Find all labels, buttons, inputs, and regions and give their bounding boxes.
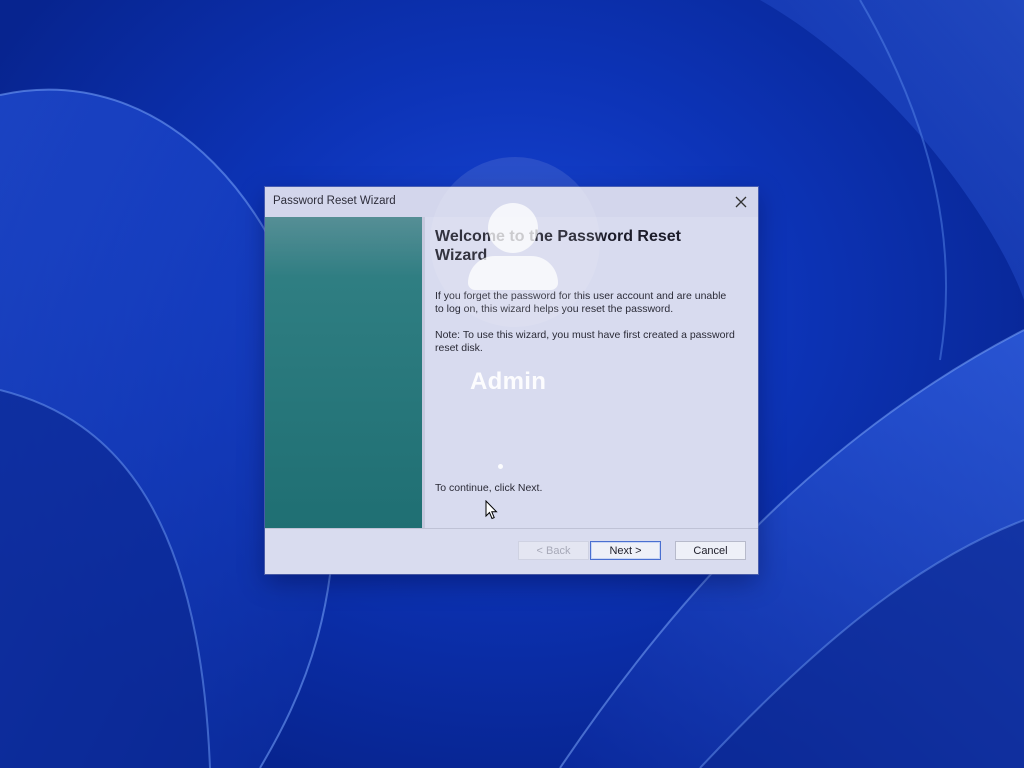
close-icon bbox=[735, 196, 747, 208]
wizard-note: Note: To use this wizard, you must have … bbox=[435, 329, 735, 354]
wizard-footer: < Back Next > Cancel bbox=[265, 529, 758, 574]
close-button[interactable] bbox=[730, 191, 752, 213]
cancel-button[interactable]: Cancel bbox=[675, 541, 746, 560]
wizard-instruction: To continue, click Next. bbox=[435, 482, 543, 494]
sidebar-shade bbox=[265, 217, 422, 277]
next-button[interactable]: Next > bbox=[590, 541, 661, 560]
loading-spinner-icon bbox=[498, 464, 503, 469]
avatar-body-shape bbox=[468, 256, 558, 290]
wizard-description: If you forget the password for this user… bbox=[435, 290, 727, 315]
mouse-pointer-icon bbox=[485, 500, 498, 520]
wizard-sidebar-banner bbox=[265, 217, 422, 528]
avatar-head-shape bbox=[488, 203, 538, 253]
dialog-title: Password Reset Wizard bbox=[273, 195, 396, 207]
back-button[interactable]: < Back bbox=[518, 541, 589, 560]
lockscreen-username: Admin bbox=[470, 368, 547, 395]
